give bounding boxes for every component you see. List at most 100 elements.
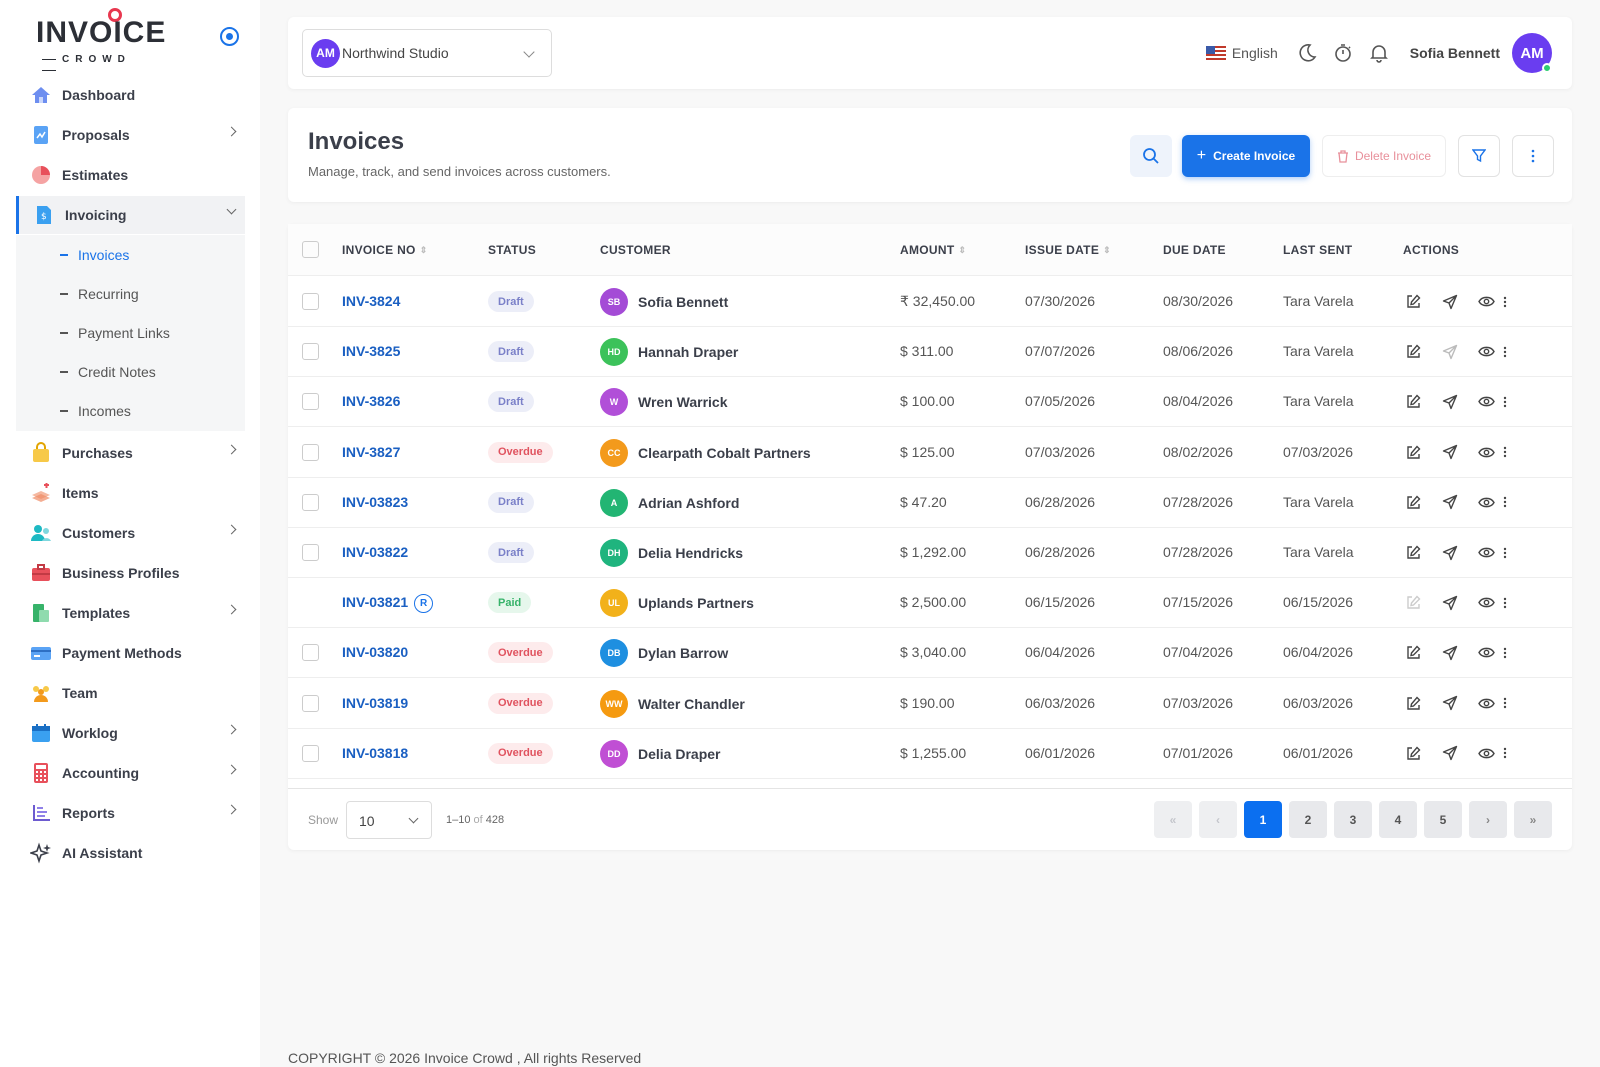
row-checkbox[interactable] (302, 493, 319, 511)
row-menu-icon[interactable] (1500, 342, 1510, 361)
invoice-number-link[interactable]: INV-03821 R (342, 594, 434, 614)
sidebar-item-proposals[interactable]: Proposals (16, 116, 245, 154)
row-checkbox[interactable] (302, 443, 319, 461)
row-menu-icon[interactable] (1500, 643, 1510, 662)
sidebar-item-accounting[interactable]: Accounting (16, 754, 245, 792)
timer-icon[interactable] (1332, 42, 1354, 64)
send-icon[interactable] (1440, 694, 1459, 713)
filter-button[interactable] (1458, 135, 1500, 177)
row-menu-icon[interactable] (1500, 744, 1510, 763)
row-menu-icon[interactable] (1500, 292, 1510, 311)
invoice-number-link[interactable]: INV-03822 (342, 544, 408, 560)
sidebar-item-items[interactable]: Items (16, 474, 245, 512)
column-header-issue-date[interactable]: ISSUE DATE ⇕ (1025, 243, 1111, 257)
page-button-2[interactable]: 2 (1289, 801, 1327, 838)
page-button-5[interactable]: 5 (1424, 801, 1462, 838)
sidebar-item-dashboard[interactable]: Dashboard (16, 76, 245, 114)
sidebar-item-estimates[interactable]: Estimates (16, 156, 245, 194)
row-menu-icon[interactable] (1500, 694, 1510, 713)
column-header-invoice-no[interactable]: INVOICE NO ⇕ (342, 243, 428, 257)
invoice-crowd-logo[interactable]: INVOICE CROWD (36, 8, 165, 65)
language-selector[interactable]: English (1232, 45, 1278, 61)
customer-cell[interactable]: DH Delia Hendricks (600, 539, 743, 567)
send-icon[interactable] (1440, 342, 1459, 361)
sidebar-item-invoicing[interactable]: $ Invoicing (16, 196, 245, 234)
row-checkbox[interactable] (302, 694, 319, 712)
row-menu-icon[interactable] (1500, 543, 1510, 562)
user-avatar[interactable]: AM (1512, 33, 1552, 73)
edit-icon[interactable] (1404, 643, 1423, 662)
sidebar-item-purchases[interactable]: Purchases (16, 434, 245, 472)
row-menu-icon[interactable] (1500, 593, 1510, 612)
next-page-button[interactable]: › (1469, 801, 1507, 838)
sidebar-toggle-icon[interactable] (220, 27, 239, 46)
select-all-checkbox[interactable] (302, 241, 319, 258)
invoice-number-link[interactable]: INV-03820 (342, 644, 408, 660)
invoice-number-link[interactable]: INV-3824 (342, 293, 400, 309)
sidebar-item-team[interactable]: Team (16, 674, 245, 712)
view-icon[interactable] (1477, 694, 1496, 713)
row-checkbox[interactable] (302, 644, 319, 662)
invoice-number-link[interactable]: INV-3826 (342, 393, 400, 409)
row-menu-icon[interactable] (1500, 392, 1510, 411)
customer-cell[interactable]: DB Dylan Barrow (600, 639, 728, 668)
view-icon[interactable] (1477, 493, 1496, 512)
view-icon[interactable] (1477, 392, 1496, 411)
row-checkbox[interactable] (302, 293, 319, 310)
moon-icon[interactable] (1296, 42, 1318, 64)
customer-cell[interactable]: UL Uplands Partners (600, 589, 754, 618)
organization-select[interactable]: AM Northwind Studio (302, 29, 552, 77)
row-checkbox[interactable] (302, 393, 319, 411)
customer-cell[interactable]: CC Clearpath Cobalt Partners (600, 438, 811, 467)
sidebar-item-business-profiles[interactable]: Business Profiles (16, 554, 245, 592)
edit-icon[interactable] (1404, 443, 1423, 462)
sidebar-item-customers[interactable]: Customers (16, 514, 245, 552)
customer-cell[interactable]: W Wren Warrick (600, 388, 727, 417)
first-page-button[interactable]: « (1154, 801, 1192, 838)
create-invoice-button[interactable]: + Create Invoice (1182, 135, 1310, 177)
edit-icon[interactable] (1404, 342, 1423, 361)
row-checkbox[interactable] (302, 343, 319, 361)
sidebar-item-ai-assistant[interactable]: AI Assistant (16, 834, 245, 872)
search-button[interactable] (1130, 135, 1172, 177)
send-icon[interactable] (1440, 443, 1459, 462)
customer-cell[interactable]: DD Delia Draper (600, 739, 720, 768)
edit-icon[interactable] (1404, 543, 1423, 562)
invoice-number-link[interactable]: INV-3825 (342, 343, 400, 359)
view-icon[interactable] (1477, 593, 1496, 612)
edit-icon[interactable] (1404, 392, 1423, 411)
customer-cell[interactable]: SB Sofia Bennett (600, 288, 728, 316)
row-menu-icon[interactable] (1500, 493, 1510, 512)
send-icon[interactable] (1440, 493, 1459, 512)
delete-invoice-button[interactable]: Delete Invoice (1322, 135, 1446, 177)
send-icon[interactable] (1440, 543, 1459, 562)
send-icon[interactable] (1440, 643, 1459, 662)
edit-icon[interactable] (1404, 744, 1423, 763)
sidebar-item-payment-methods[interactable]: Payment Methods (16, 634, 245, 672)
row-checkbox[interactable] (302, 744, 319, 762)
sidebar-subitem-invoices[interactable]: Invoices (60, 240, 129, 270)
last-page-button[interactable]: » (1514, 801, 1552, 838)
sidebar-item-templates[interactable]: Templates (16, 594, 245, 632)
view-icon[interactable] (1477, 543, 1496, 562)
customer-cell[interactable]: WW Walter Chandler (600, 689, 745, 718)
customer-cell[interactable]: A Adrian Ashford (600, 488, 739, 517)
user-name[interactable]: Sofia Bennett (1410, 45, 1500, 61)
invoice-number-link[interactable]: INV-3827 (342, 444, 400, 460)
sidebar-item-worklog[interactable]: Worklog (16, 714, 245, 752)
page-size-select[interactable]: 10 (346, 801, 432, 839)
view-icon[interactable] (1477, 744, 1496, 763)
prev-page-button[interactable]: ‹ (1199, 801, 1237, 838)
invoice-number-link[interactable]: INV-03823 (342, 494, 408, 510)
row-checkbox[interactable] (302, 544, 319, 561)
column-header-amount[interactable]: AMOUNT ⇕ (900, 243, 966, 257)
edit-icon[interactable] (1404, 493, 1423, 512)
page-button-4[interactable]: 4 (1379, 801, 1417, 838)
sidebar-subitem-payment-links[interactable]: Payment Links (60, 318, 170, 348)
view-icon[interactable] (1477, 292, 1496, 311)
invoice-number-link[interactable]: INV-03818 (342, 745, 408, 761)
us-flag-icon[interactable] (1205, 46, 1226, 60)
send-icon[interactable] (1440, 292, 1459, 311)
view-icon[interactable] (1477, 643, 1496, 662)
sidebar-subitem-credit-notes[interactable]: Credit Notes (60, 357, 156, 387)
